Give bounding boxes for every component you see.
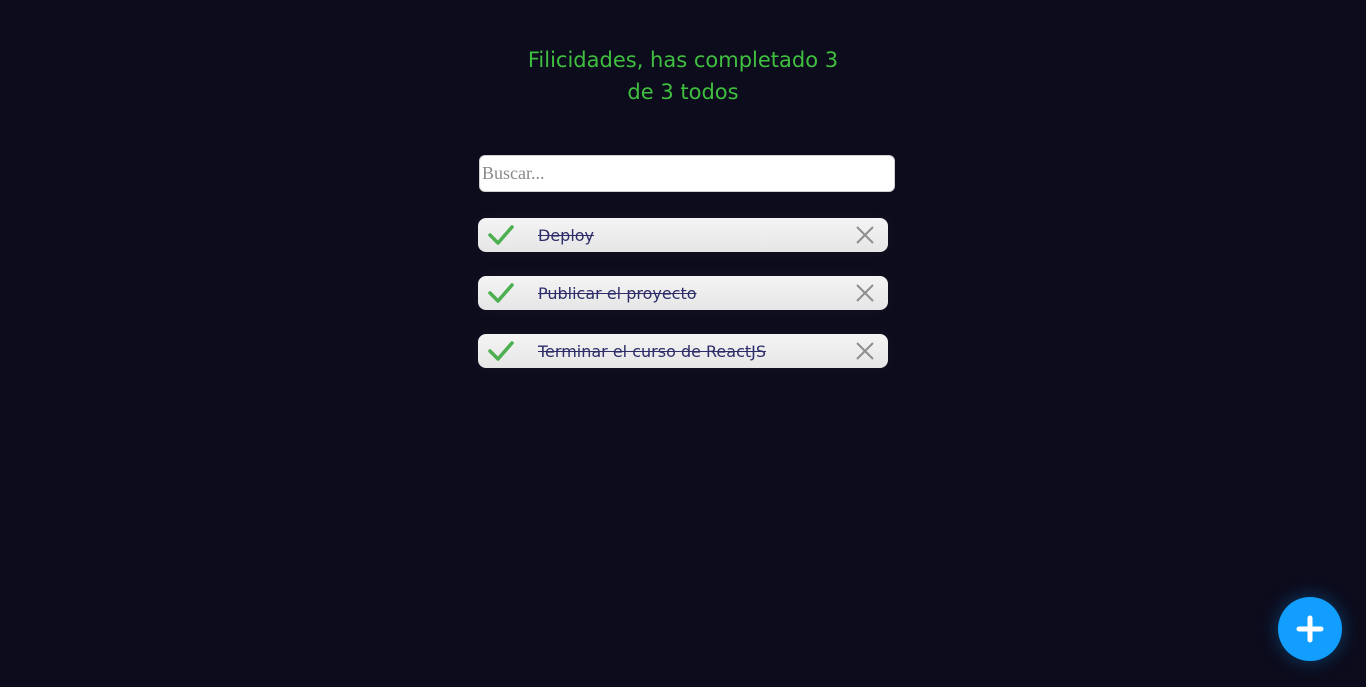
- todo-text: Publicar el proyecto: [538, 284, 697, 303]
- todo-app: Filicidades, has completado 3 de 3 todos…: [0, 0, 1366, 687]
- close-icon: [856, 342, 874, 360]
- todo-item: Deploy: [478, 218, 888, 252]
- add-todo-button[interactable]: [1278, 597, 1342, 661]
- todo-text: Deploy: [538, 226, 595, 245]
- delete-button[interactable]: [856, 284, 874, 302]
- check-icon: [488, 283, 514, 303]
- check-icon: [488, 225, 514, 245]
- todo-item: Publicar el proyecto: [478, 276, 888, 310]
- complete-toggle[interactable]: [488, 339, 514, 363]
- page-title: Filicidades, has completado 3 de 3 todos: [527, 48, 839, 104]
- close-icon: [856, 284, 874, 302]
- close-icon: [856, 226, 874, 244]
- todo-item: Terminar el curso de ReactJS: [478, 334, 888, 368]
- search-input[interactable]: [479, 155, 895, 192]
- plus-icon: [1296, 615, 1324, 643]
- delete-button[interactable]: [856, 342, 874, 360]
- check-icon: [488, 341, 514, 361]
- delete-button[interactable]: [856, 226, 874, 244]
- complete-toggle[interactable]: [488, 223, 514, 247]
- complete-toggle[interactable]: [488, 281, 514, 305]
- todo-text: Terminar el curso de ReactJS: [538, 342, 767, 361]
- todo-list: Deploy Publicar el proyecto Terminar el …: [478, 218, 888, 392]
